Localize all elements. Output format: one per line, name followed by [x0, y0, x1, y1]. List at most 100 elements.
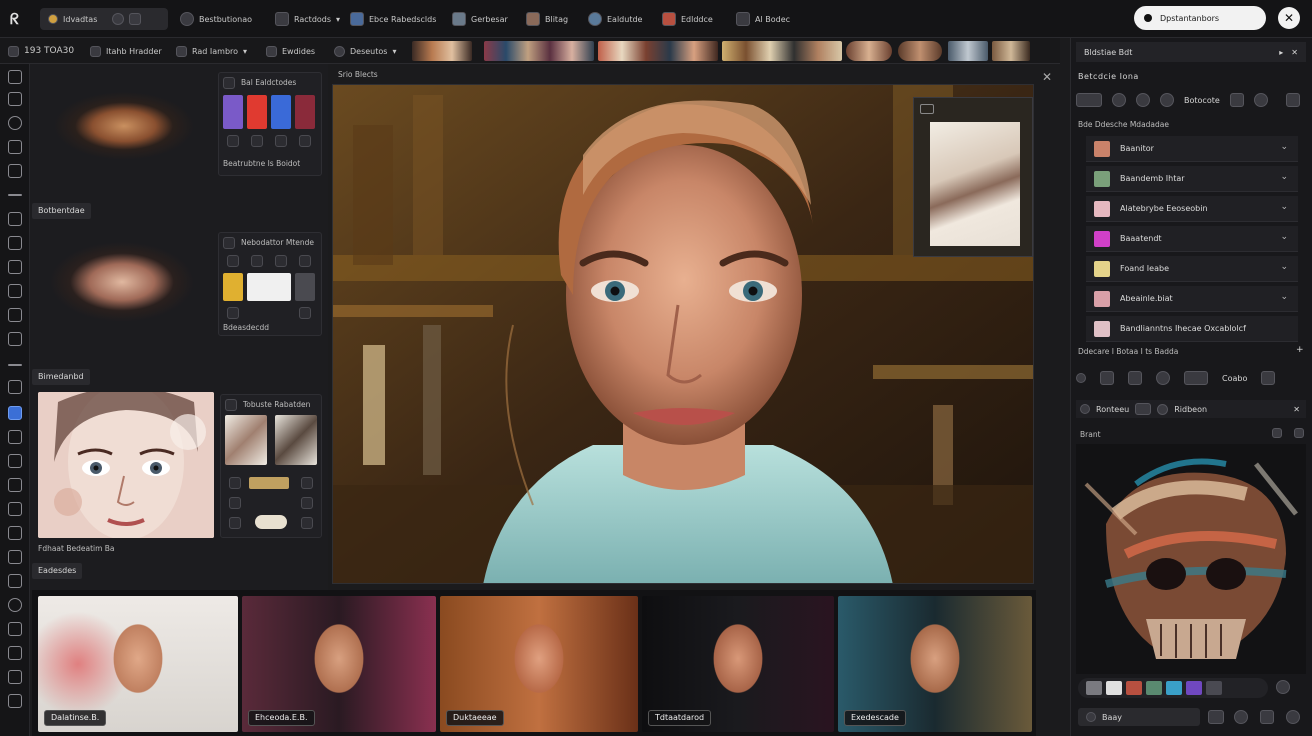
- swatch-option-icon[interactable]: [251, 255, 263, 267]
- curve-tool-icon[interactable]: [8, 364, 22, 366]
- main-canvas[interactable]: [332, 84, 1034, 584]
- variation-thumb-3[interactable]: Tdtaatdarod: [642, 596, 834, 732]
- color-picker-icon[interactable]: [1276, 680, 1290, 697]
- menu-item-2[interactable]: Ebce Rabedsclds: [350, 9, 436, 29]
- chevron-down-icon[interactable]: ⌄: [1280, 232, 1288, 242]
- ellipse-tool-icon[interactable]: [8, 116, 22, 130]
- gradient-tool-icon[interactable]: [8, 454, 22, 468]
- swatch-yellow[interactable]: [223, 273, 243, 301]
- close-icon[interactable]: ✕: [1278, 7, 1300, 29]
- panel-tab[interactable]: Bldstiae Bdt ▸ ✕: [1076, 42, 1306, 62]
- chevron-down-icon[interactable]: ⌄: [1280, 262, 1288, 272]
- view-icon[interactable]: [1076, 93, 1102, 107]
- shield-tool-icon[interactable]: [8, 284, 22, 298]
- search-icon[interactable]: [1080, 404, 1090, 414]
- chevron-down-icon[interactable]: ⌄: [1280, 292, 1288, 302]
- brush-tool-icon[interactable]: [8, 92, 22, 106]
- sub-label-left[interactable]: Ronteeu: [1096, 405, 1129, 414]
- filter-icon[interactable]: [1229, 93, 1244, 107]
- variation-thumb-4[interactable]: Exedescade: [838, 596, 1032, 732]
- layer-row-0[interactable]: Baanitor ⌄: [1086, 136, 1298, 162]
- swatch-option-icon[interactable]: [299, 307, 311, 319]
- export-icon[interactable]: [1208, 710, 1224, 727]
- eraser-tool-icon[interactable]: [8, 260, 22, 274]
- stack-icon[interactable]: [1261, 371, 1276, 385]
- brush-option-icon[interactable]: [229, 477, 241, 489]
- asset-strip-thumb[interactable]: [598, 41, 718, 61]
- swatch-red[interactable]: [247, 95, 267, 129]
- reference-thumbnail[interactable]: [913, 97, 1033, 257]
- workspace-switcher[interactable]: Idvadtas: [40, 8, 168, 30]
- swatch-option-icon[interactable]: [299, 135, 311, 147]
- swatch-0[interactable]: [1086, 681, 1102, 695]
- radio-icon[interactable]: [1157, 403, 1169, 415]
- layer-row-1[interactable]: Baandemb Ihtar ⌄: [1086, 166, 1298, 192]
- brush-option-icon[interactable]: [301, 517, 313, 529]
- crop-tool-icon[interactable]: [8, 236, 22, 250]
- hand-tool-icon[interactable]: [8, 646, 22, 660]
- expand-icon[interactable]: [1286, 93, 1300, 107]
- bottom-field[interactable]: Baay: [1078, 708, 1200, 726]
- tools-toggle[interactable]: 193 TOA30: [8, 43, 74, 59]
- brush-option-icon[interactable]: [301, 497, 313, 509]
- fill-tool-icon[interactable]: [8, 332, 22, 346]
- swatch-white[interactable]: [247, 273, 291, 301]
- asset-strip-thumb[interactable]: [722, 41, 842, 61]
- share-icon[interactable]: [1286, 710, 1300, 727]
- layer-row-2[interactable]: Alatebrybe Eeoseobin ⌄: [1086, 196, 1298, 222]
- toolbar2-item-3[interactable]: Deseutos ▾: [334, 43, 396, 59]
- swatch-option-icon[interactable]: [227, 135, 239, 147]
- pin-icon[interactable]: [920, 104, 934, 114]
- dodge-tool-icon[interactable]: [8, 574, 22, 588]
- brush-option-icon[interactable]: [229, 517, 241, 529]
- menu-item-7[interactable]: Al Bodec: [736, 9, 790, 29]
- link-icon[interactable]: [1160, 93, 1174, 107]
- lasso-tool-icon[interactable]: [8, 164, 22, 178]
- menu-item-5[interactable]: Ealdutde: [588, 9, 642, 29]
- fx-icon[interactable]: [1184, 371, 1208, 385]
- layer-row-5[interactable]: Abeainle.biat ⌄: [1086, 286, 1298, 312]
- tools-icon[interactable]: [129, 13, 142, 25]
- liquify-tool-icon[interactable]: [8, 526, 22, 540]
- mask-icon[interactable]: [1100, 371, 1114, 385]
- swatch-purple[interactable]: [223, 95, 243, 129]
- swatch-maroon[interactable]: [295, 95, 315, 129]
- asset-preview-1[interactable]: [40, 74, 208, 178]
- option-icon[interactable]: [1135, 403, 1152, 415]
- swatch-option-icon[interactable]: [299, 255, 311, 267]
- swatch-blue[interactable]: [271, 95, 291, 129]
- line-tool-icon[interactable]: [8, 194, 22, 196]
- move-tool-icon[interactable]: [8, 70, 22, 84]
- toggle-icon[interactable]: [112, 13, 125, 25]
- grid-icon[interactable]: [1260, 710, 1274, 727]
- swatch-option-icon[interactable]: [275, 135, 287, 147]
- toolbar2-item-1[interactable]: Rad Iambro ▾: [176, 43, 247, 59]
- texture-swatch-1[interactable]: [225, 415, 267, 465]
- close-icon[interactable]: ✕: [1042, 70, 1052, 84]
- account-pill[interactable]: Dpstantanbors: [1134, 6, 1266, 30]
- swatch-option-icon[interactable]: [227, 255, 239, 267]
- menu-item-0[interactable]: Bestbutionao: [180, 9, 252, 29]
- select-tool-icon[interactable]: [8, 622, 22, 636]
- add-icon[interactable]: +: [1296, 345, 1304, 355]
- menu-item-3[interactable]: Gerbesar: [452, 9, 508, 29]
- text-tool-icon[interactable]: [8, 430, 22, 444]
- blend-icon[interactable]: [1156, 371, 1170, 385]
- lock-icon[interactable]: [1128, 371, 1142, 385]
- sub-label-right[interactable]: Ridbeon: [1174, 405, 1207, 414]
- chevron-down-icon[interactable]: ⌄: [1280, 142, 1288, 152]
- transform-tool-icon[interactable]: [8, 308, 22, 322]
- asset-strip-thumb[interactable]: [484, 41, 594, 61]
- asset-strip-thumb[interactable]: [412, 41, 472, 61]
- brush-preset[interactable]: [255, 515, 287, 529]
- chevron-down-icon[interactable]: ⌄: [1280, 202, 1288, 212]
- variation-thumb-2[interactable]: Duktaeeae: [440, 596, 638, 732]
- asset-strip-thumb[interactable]: [948, 41, 988, 61]
- swatch-option-icon[interactable]: [251, 135, 263, 147]
- swatch-option-icon[interactable]: [275, 255, 287, 267]
- sample-tool-icon[interactable]: [8, 598, 22, 612]
- clone-tool-icon[interactable]: [8, 478, 22, 492]
- asset-preview-3[interactable]: [38, 392, 214, 538]
- toolbar2-item-2[interactable]: Ewdides: [266, 43, 315, 59]
- close-icon[interactable]: ✕: [1293, 405, 1300, 414]
